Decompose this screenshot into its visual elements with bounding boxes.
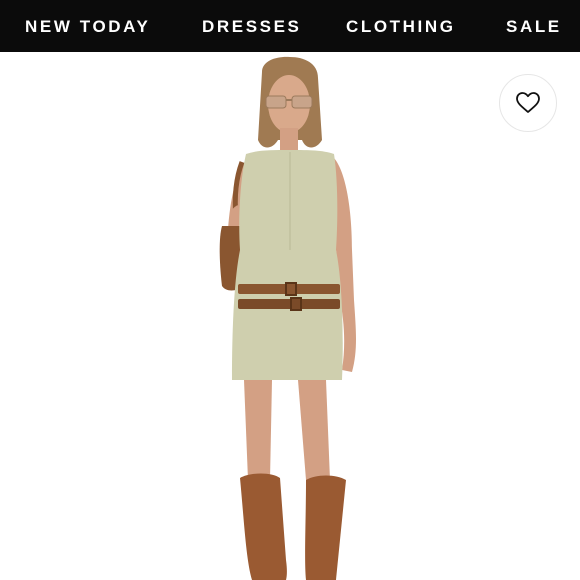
heart-outline-icon (516, 92, 540, 113)
nav-item-clothing[interactable]: CLOTHING (346, 0, 456, 52)
model-figure-illustration (219, 56, 356, 580)
nav-item-dresses[interactable]: DRESSES (202, 0, 301, 52)
wishlist-button[interactable] (499, 74, 557, 132)
product-image[interactable] (0, 52, 580, 580)
top-navigation-bar: NEW TODAY DRESSES CLOTHING SALE (0, 0, 580, 52)
nav-item-new-today[interactable]: NEW TODAY (25, 0, 150, 52)
nav-item-sale[interactable]: SALE (506, 0, 562, 52)
